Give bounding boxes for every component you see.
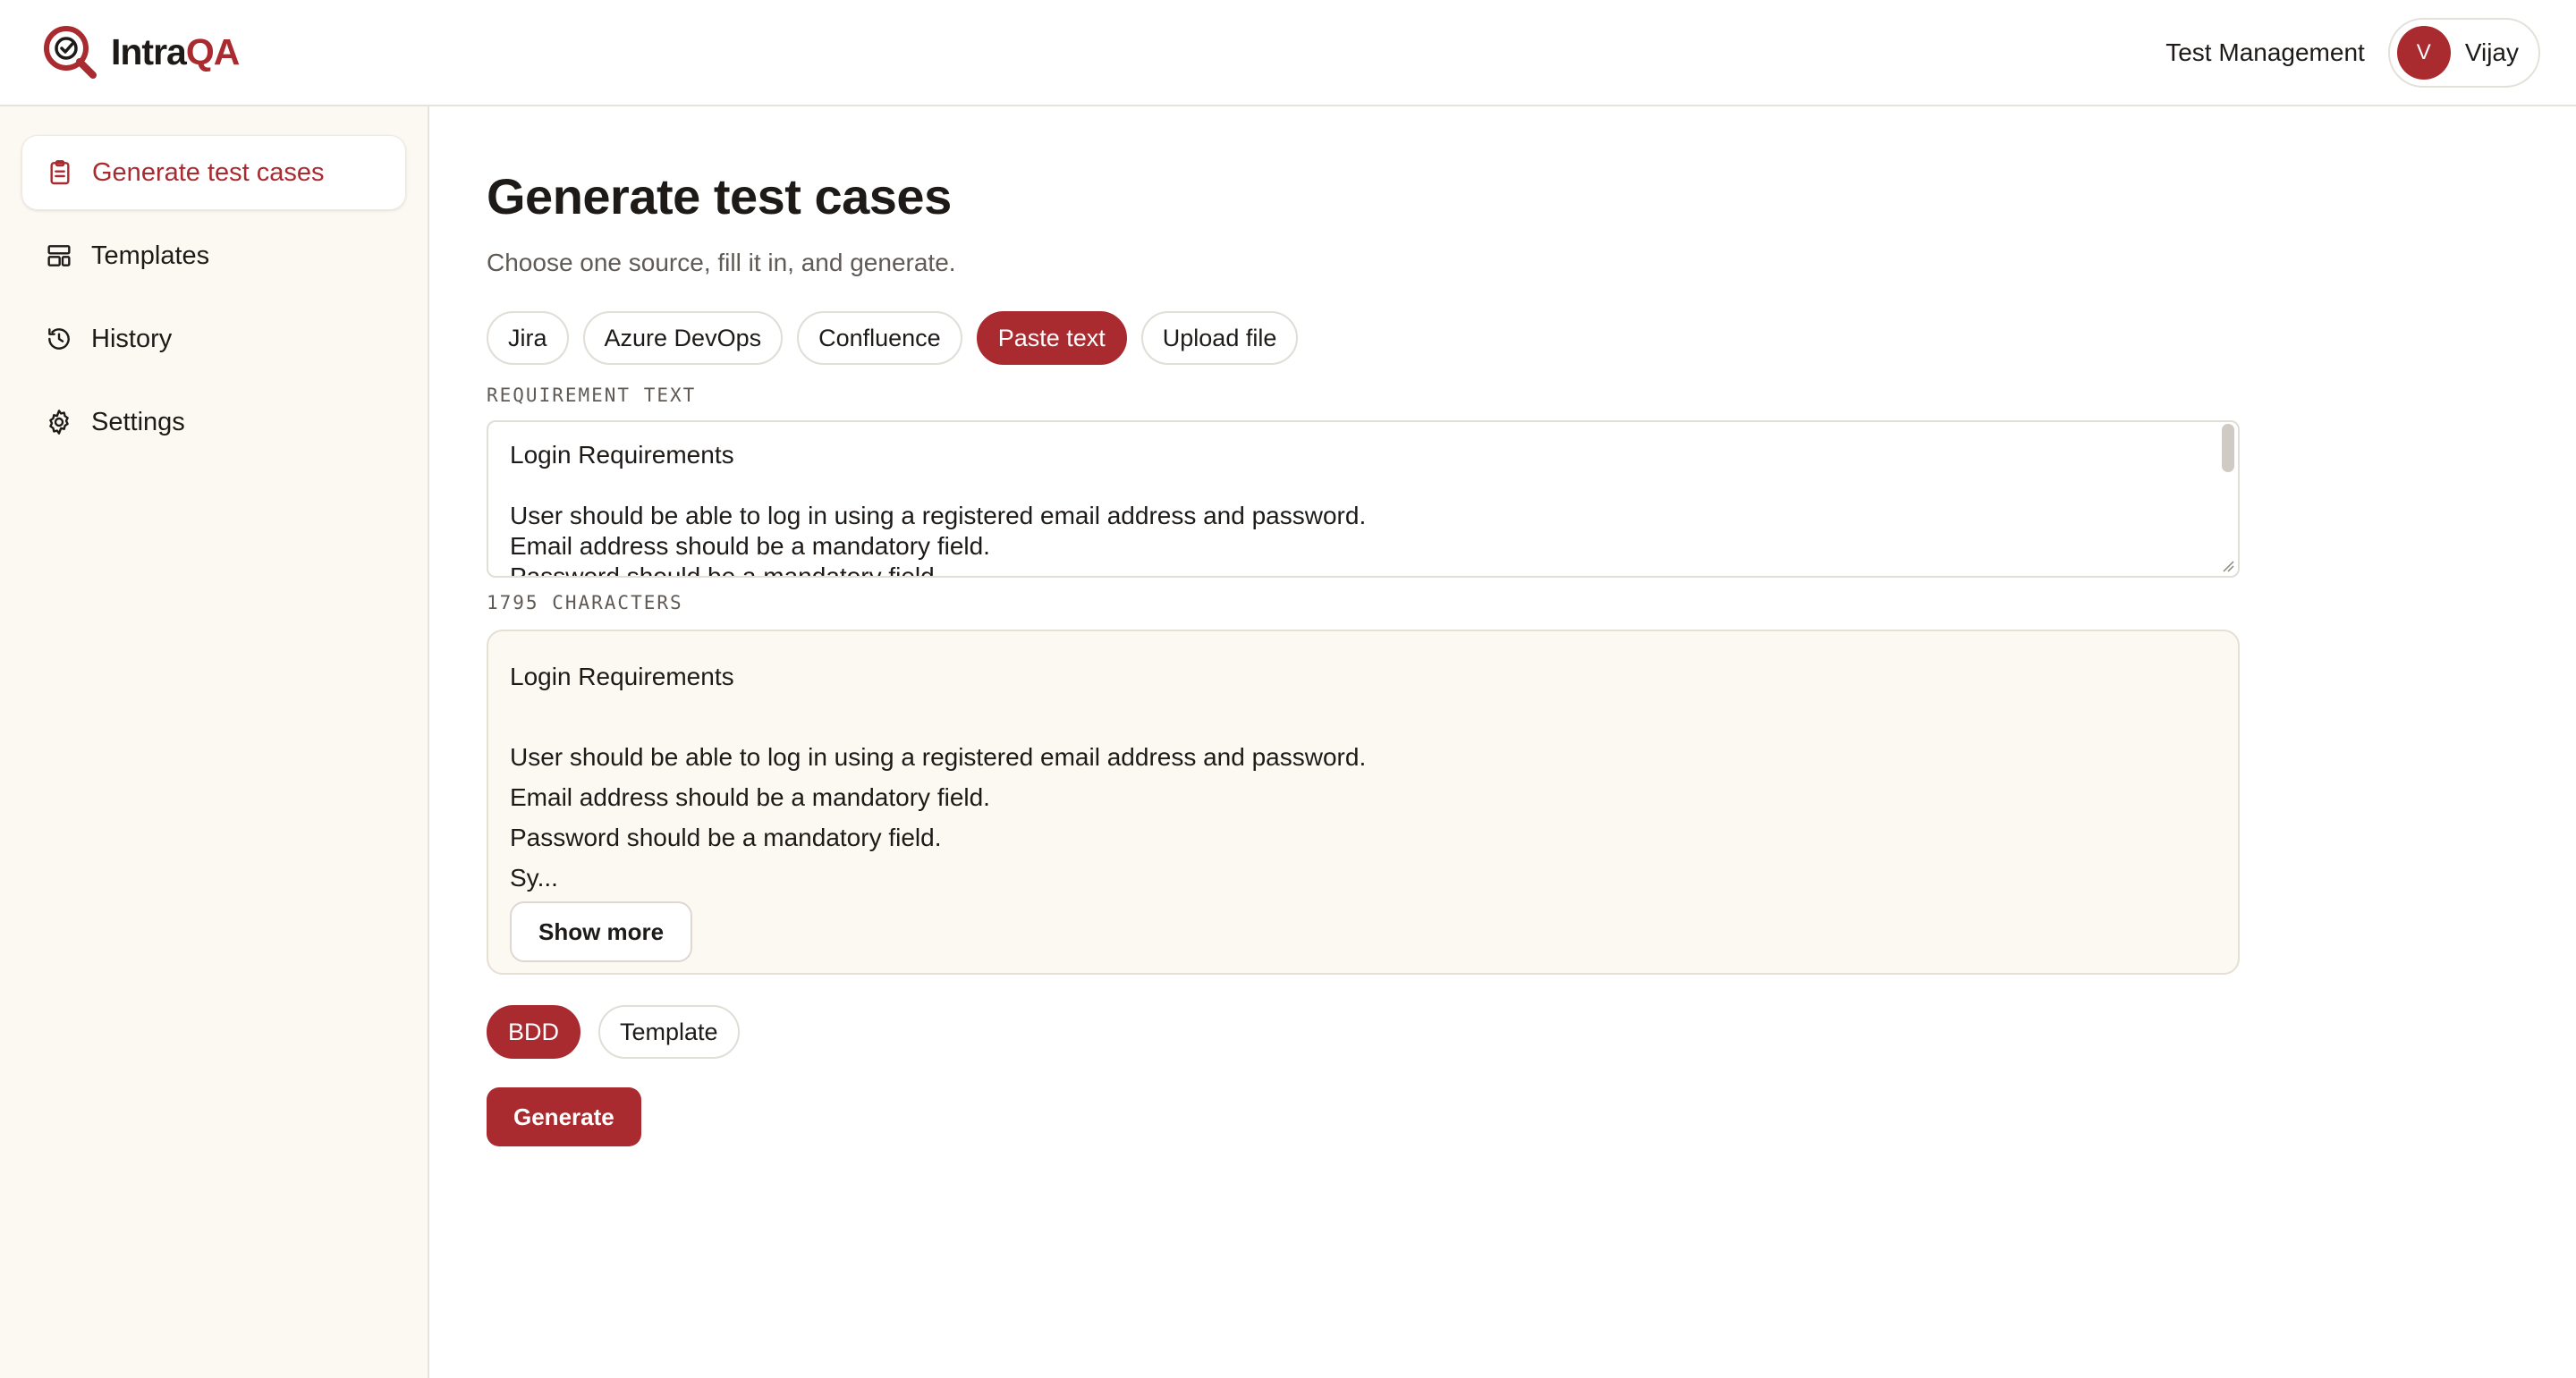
avatar: V (2396, 25, 2451, 80)
source-jira-button[interactable]: Jira (487, 311, 569, 365)
sidebar-item-settings[interactable]: Settings (21, 385, 406, 460)
generate-button[interactable]: Generate (487, 1087, 641, 1146)
requirement-textarea[interactable]: Login Requirements User should be able t… (487, 420, 2240, 578)
source-upload-file-button[interactable]: Upload file (1140, 311, 1299, 365)
format-bdd-button[interactable]: BDD (487, 1005, 581, 1059)
source-confluence-button[interactable]: Confluence (797, 311, 962, 365)
main-content: Generate test cases Choose one source, f… (487, 106, 2240, 1146)
preview-line (510, 697, 2216, 737)
show-more-button[interactable]: Show more (510, 901, 693, 962)
page-subtitle: Choose one source, fill it in, and gener… (487, 249, 956, 276)
textarea-line (510, 470, 2216, 501)
format-template-button[interactable]: Template (598, 1005, 740, 1059)
brand-logo[interactable]: IntraQA (41, 23, 240, 82)
sidebar-item-generate-test-cases[interactable]: Generate test cases (21, 135, 406, 210)
history-icon (48, 328, 70, 350)
sidebar-item-history[interactable]: History (21, 301, 406, 376)
textarea-line: Email address should be a mandatory fiel… (510, 532, 990, 560)
brand-name: IntraQA (111, 31, 240, 73)
clipboard-icon (50, 160, 70, 185)
requirement-text-label: REQUIREMENT TEXT (487, 385, 697, 406)
sidebar-item-label: History (91, 324, 173, 353)
sidebar-item-label: Templates (91, 241, 210, 270)
source-selector: Jira Azure DevOps Confluence Paste text … (487, 311, 2240, 365)
source-azure-devops-button[interactable]: Azure DevOps (582, 311, 784, 365)
test-management-link[interactable]: Test Management (2165, 38, 2365, 67)
gear-icon (49, 410, 69, 435)
preview-line: Sy... (510, 864, 558, 892)
format-selector: BDD Template (487, 1005, 2240, 1059)
sidebar: Generate test cases Templates History Se… (0, 106, 429, 1378)
character-count: 1795 CHARACTERS (487, 592, 683, 613)
textarea-line: User should be able to log in using a re… (510, 502, 1367, 529)
header-right: Test Management V Vijay (2165, 17, 2540, 88)
top-header: IntraQA Test Management V Vijay (0, 0, 2576, 106)
user-menu[interactable]: V Vijay (2387, 17, 2540, 88)
preview-line: Password should be a mandatory field. (510, 824, 942, 851)
brand-name-suffix: QA (185, 31, 240, 72)
source-paste-text-button[interactable]: Paste text (976, 311, 1127, 365)
sidebar-item-label: Generate test cases (92, 157, 325, 187)
resize-handle-icon[interactable] (2220, 558, 2234, 572)
user-name: Vijay (2464, 38, 2519, 66)
preview-line: User should be able to log in using a re… (510, 743, 1367, 771)
layout-icon (47, 245, 71, 266)
brand-name-prefix: Intra (111, 31, 187, 72)
textarea-scrollbar[interactable] (2222, 424, 2234, 472)
textarea-line: Password should be a mandatory field. (510, 562, 942, 578)
sidebar-item-label: Settings (91, 407, 185, 436)
preview-line: Email address should be a mandatory fiel… (510, 783, 990, 811)
textarea-line: Login Requirements (510, 441, 734, 469)
sidebar-item-templates[interactable]: Templates (21, 218, 406, 293)
requirement-preview: Login Requirements User should be able t… (487, 630, 2240, 975)
logo-icon (44, 25, 97, 79)
preview-line: Login Requirements (510, 663, 734, 690)
page-title: Generate test cases (487, 168, 952, 224)
